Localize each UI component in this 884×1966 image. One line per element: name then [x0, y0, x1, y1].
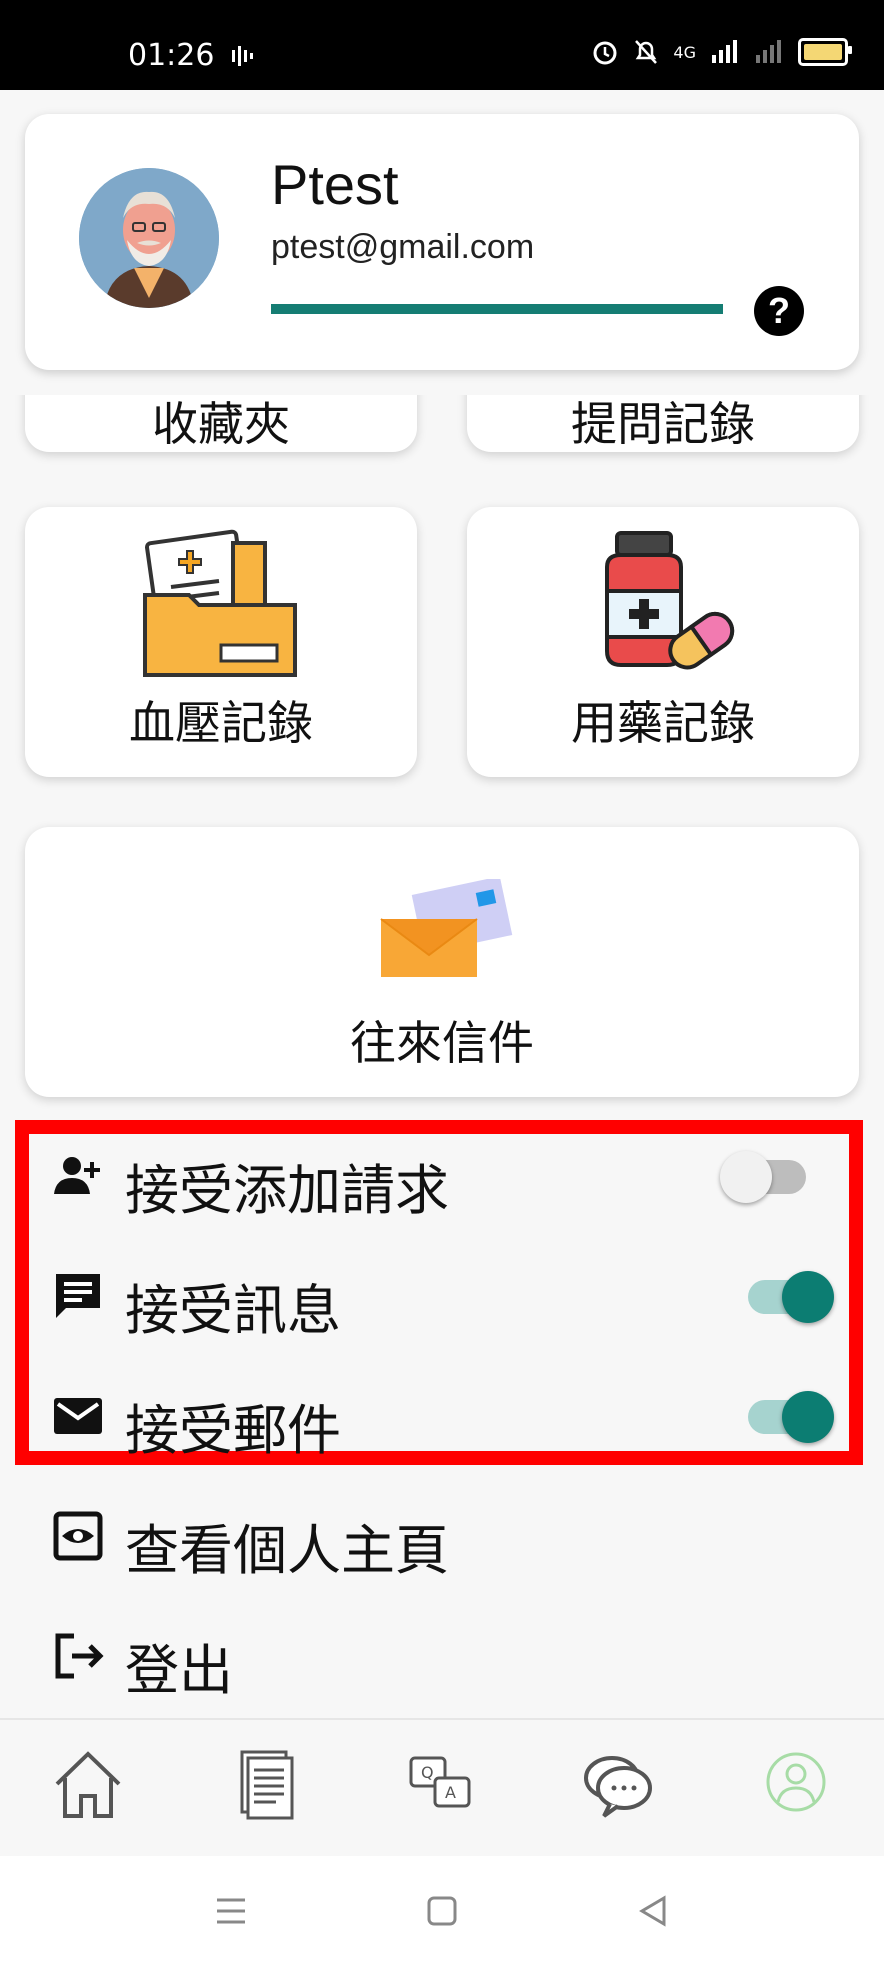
- nav-qa[interactable]: Q A: [397, 1740, 487, 1830]
- recents-menu-icon[interactable]: [214, 1894, 248, 1928]
- medication-tile[interactable]: 用藥記錄: [467, 507, 859, 777]
- accept-messages-toggle[interactable]: [748, 1271, 834, 1323]
- mail-label: 往來信件: [350, 1016, 534, 1070]
- questions-tile[interactable]: 提問記錄: [467, 395, 859, 452]
- profile-progress-fill: [271, 304, 723, 314]
- questions-label: 提問記錄: [571, 397, 755, 451]
- eye-icon: [53, 1511, 103, 1561]
- document-icon: [240, 1750, 294, 1820]
- toggle-knob: [720, 1151, 772, 1203]
- chat-icon: [584, 1756, 652, 1818]
- bottom-nav: Q A: [0, 1718, 884, 1858]
- toggle-knob: [782, 1271, 834, 1323]
- avatar[interactable]: [79, 168, 219, 308]
- status-bar: 01:26 4G: [0, 0, 884, 90]
- accept-mail-row: 接受郵件: [0, 1366, 884, 1466]
- medicine-bottle-icon: [605, 531, 735, 670]
- nav-profile[interactable]: [751, 1740, 841, 1830]
- logout-label: 登出: [125, 1639, 233, 1702]
- network-type: 4G: [673, 42, 696, 62]
- signal-icon: [712, 40, 737, 63]
- mail-icon: [54, 1398, 102, 1434]
- favorites-label: 收藏夾: [152, 397, 290, 451]
- home-square-icon[interactable]: [425, 1894, 459, 1928]
- profile-name: Ptest: [271, 153, 399, 216]
- accept-mail-toggle[interactable]: [748, 1391, 834, 1443]
- add-person-icon: [54, 1157, 100, 1194]
- back-triangle-icon[interactable]: [636, 1894, 670, 1928]
- nav-documents[interactable]: [220, 1740, 310, 1830]
- audio-wave-icon: [230, 44, 256, 72]
- nav-home[interactable]: [43, 1740, 133, 1830]
- alarm-icon: [593, 41, 617, 65]
- medication-label: 用藥記錄: [571, 696, 755, 750]
- view-profile-label: 查看個人主頁: [125, 1519, 449, 1582]
- favorites-tile[interactable]: 收藏夾: [25, 395, 417, 452]
- logout-row[interactable]: 登出: [0, 1606, 884, 1706]
- accept-messages-row: 接受訊息: [0, 1246, 884, 1346]
- profile-email: ptest@gmail.com: [271, 228, 535, 266]
- accept-mail-label: 接受郵件: [125, 1399, 341, 1462]
- tiles-top-row: 收藏夾 提問記錄: [0, 395, 884, 465]
- mail-tile[interactable]: 往來信件: [25, 827, 859, 1097]
- toggle-knob: [782, 1391, 834, 1443]
- status-time: 01:26: [128, 38, 215, 73]
- profile-icon: [766, 1752, 826, 1812]
- accept-add-request-toggle[interactable]: [720, 1151, 806, 1203]
- mute-bell-icon: [635, 40, 658, 64]
- view-profile-row[interactable]: 查看個人主頁: [0, 1486, 884, 1586]
- folder-icon: [143, 529, 297, 677]
- nav-chat[interactable]: [574, 1740, 664, 1830]
- qa-icon: Q A: [409, 1756, 471, 1808]
- profile-progress-bar: [271, 304, 723, 314]
- blood-pressure-label: 血壓記錄: [129, 696, 313, 750]
- battery-icon: [798, 38, 852, 66]
- accept-add-request-row: 接受添加請求: [0, 1126, 884, 1226]
- envelope-icon: [380, 879, 513, 977]
- logout-icon: [55, 1633, 104, 1679]
- message-icon: [56, 1274, 100, 1318]
- signal-weak-icon: [756, 40, 781, 63]
- help-button[interactable]: ?: [754, 286, 804, 336]
- svg-text:A: A: [445, 1783, 456, 1802]
- accept-messages-label: 接受訊息: [125, 1279, 341, 1342]
- profile-card: Ptest ptest@gmail.com ?: [25, 114, 859, 370]
- accept-add-request-label: 接受添加請求: [125, 1159, 449, 1222]
- home-icon: [55, 1751, 121, 1818]
- blood-pressure-tile[interactable]: 血壓記錄: [25, 507, 417, 777]
- system-nav-bar: [0, 1856, 884, 1966]
- svg-text:Q: Q: [421, 1763, 434, 1782]
